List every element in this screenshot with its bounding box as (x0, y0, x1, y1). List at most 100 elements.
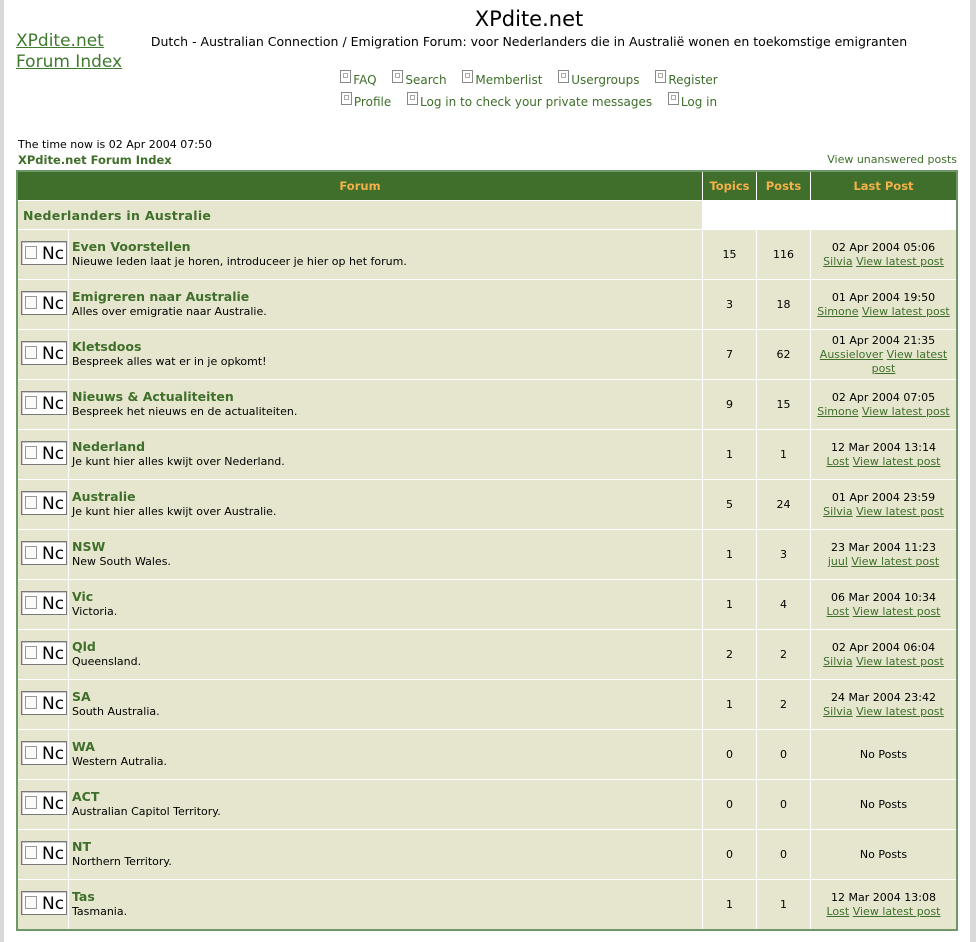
forum-name-link[interactable]: Nieuws & Actualiteiten (72, 389, 702, 404)
forum-info-cell: Even Voorstellen Nieuwe leden laat je hor… (68, 229, 703, 280)
view-latest-post-link[interactable]: View latest post (856, 655, 944, 668)
nav-usergroups[interactable]: Usergroups (558, 70, 639, 87)
last-post-user-link[interactable]: Lost (827, 605, 850, 618)
last-post-user-link[interactable]: Silvia (823, 655, 852, 668)
forum-folder-icon: Nc (21, 291, 67, 315)
forum-folder-icon: Nc (21, 541, 67, 565)
posts-count: 0 (756, 829, 811, 880)
last-post-user-link[interactable]: juul (828, 555, 848, 568)
view-latest-post-link[interactable]: View latest post (862, 305, 950, 318)
view-latest-post-link[interactable]: View latest post (853, 455, 941, 468)
folder-icon-text: Nc (42, 494, 65, 514)
forum-folder-icon: Nc (21, 841, 67, 865)
search-icon (392, 70, 404, 83)
nav-register[interactable]: Register (655, 70, 718, 87)
forum-description: Je kunt hier alles kwijt over Australie. (72, 504, 277, 518)
forum-name-link[interactable]: Australie (72, 489, 702, 504)
forum-info-cell: NSW New South Wales. (68, 529, 703, 580)
view-latest-post-link[interactable]: View latest post (856, 505, 944, 518)
topics-count: 1 (702, 679, 757, 730)
last-post-cell: 02 Apr 2004 05:06 Silvia View latest post (810, 229, 958, 280)
window-frame-right[interactable] (970, 0, 976, 942)
last-post-user-link[interactable]: Silvia (823, 505, 852, 518)
view-latest-post-link[interactable]: View latest post (853, 905, 941, 918)
forum-name-link[interactable]: ACT (72, 789, 702, 804)
broken-image-icon (25, 646, 37, 659)
forum-name-link[interactable]: Nederland (72, 439, 702, 454)
last-post-cell: No Posts (810, 729, 958, 780)
forum-name-link[interactable]: NT (72, 839, 702, 854)
last-post-date: 01 Apr 2004 23:59 (831, 490, 936, 504)
forum-description: Queensland. (72, 654, 142, 668)
last-post-user-link[interactable]: Simone (817, 405, 858, 418)
view-latest-post-link[interactable]: View latest post (856, 255, 944, 268)
nav-memberlist[interactable]: Memberlist (462, 70, 542, 87)
view-unanswered-link[interactable]: View unanswered posts (827, 153, 957, 166)
memberlist-icon (462, 70, 474, 83)
last-post-date: 02 Apr 2004 05:06 (831, 240, 936, 254)
nav-login[interactable]: Log in (667, 92, 717, 109)
forum-name-link[interactable]: NSW (72, 539, 702, 554)
profile-icon (340, 92, 352, 105)
forum-name-link[interactable]: Kletsdoos (72, 339, 702, 354)
broken-image-icon (25, 446, 37, 459)
forum-name-link[interactable]: Emigreren naar Australie (72, 289, 702, 304)
forum-name-link[interactable]: WA (72, 739, 702, 754)
broken-image-icon (25, 596, 37, 609)
nav-faq[interactable]: FAQ (340, 70, 377, 87)
topics-count: 0 (702, 779, 757, 830)
broken-image-icon (25, 846, 37, 859)
view-latest-post-link[interactable]: View latest post (853, 605, 941, 618)
posts-count: 2 (756, 679, 811, 730)
forum-description: Victoria. (72, 604, 118, 618)
forum-name-link[interactable]: Tas (72, 889, 702, 904)
forum-row: Nc Vic Victoria. 1 4 06 Mar 2004 10:34 Lost Vi… (16, 579, 958, 630)
forum-folder-icon: Nc (21, 891, 67, 915)
last-post-user-link[interactable]: Lost (827, 455, 850, 468)
view-latest-post-link[interactable]: View latest post (862, 405, 950, 418)
forum-row: Nc Australie Je kunt hier alles kwijt over… (16, 479, 958, 530)
posts-count: 18 (756, 279, 811, 330)
last-post-user-link[interactable]: Silvia (823, 255, 852, 268)
forum-name-link[interactable]: SA (72, 689, 702, 704)
forum-info-cell: Australie Je kunt hier alles kwijt over A… (68, 479, 703, 530)
nav-search[interactable]: Search (392, 70, 447, 87)
forum-folder-icon: Nc (21, 741, 67, 765)
forum-name-link[interactable]: Even Voorstellen (72, 239, 702, 254)
forum-name-link[interactable]: Vic (72, 589, 702, 604)
posts-count: 116 (756, 229, 811, 280)
forum-row: Nc Qld Queensland. 2 2 02 Apr 2004 06:04 Silvi… (16, 629, 958, 680)
view-latest-post-link[interactable]: View latest post (872, 348, 948, 375)
category-name[interactable]: Nederlanders in Australie (17, 200, 703, 230)
posts-count: 1 (756, 429, 811, 480)
last-post-date: 23 Mar 2004 11:23 (831, 540, 936, 554)
topics-count: 1 (702, 879, 757, 931)
forum-row: Nc NT Northern Territory. 0 0 No Posts (16, 829, 958, 880)
breadcrumb-forum-index[interactable]: XPdite.net Forum Index (18, 153, 172, 167)
forum-row: Nc SA South Australia. 1 2 24 Mar 2004 23:42 S… (16, 679, 958, 730)
last-post-user-link[interactable]: Lost (827, 905, 850, 918)
broken-image-icon (25, 796, 37, 809)
forum-info-cell: Nieuws & Actualiteiten Bespreek het nieuw… (68, 379, 703, 430)
broken-image-icon (25, 396, 37, 409)
last-post-user-link[interactable]: Aussielover (820, 348, 883, 361)
last-post-date: 02 Apr 2004 07:05 (831, 390, 936, 404)
forum-folder-icon: Nc (21, 441, 67, 465)
nav-private-messages[interactable]: Log in to check your private messages (407, 92, 652, 109)
forum-description: Australian Capitol Territory. (72, 804, 221, 818)
forum-info-cell: Nederland Je kunt hier alles kwijt over N… (68, 429, 703, 480)
last-post-cell: 02 Apr 2004 07:05 Simone View latest post (810, 379, 958, 430)
forum-status-cell: Nc (16, 779, 69, 830)
forum-name-link[interactable]: Qld (72, 639, 702, 654)
forum-status-cell: Nc (16, 679, 69, 730)
nav-profile[interactable]: Profile (340, 92, 391, 109)
last-post-cell: 02 Apr 2004 06:04 Silvia View latest post (810, 629, 958, 680)
topics-count: 0 (702, 829, 757, 880)
view-latest-post-link[interactable]: View latest post (851, 555, 939, 568)
forum-status-cell: Nc (16, 479, 69, 530)
last-post-user-link[interactable]: Simone (817, 305, 858, 318)
forum-description: Tasmania. (72, 904, 128, 918)
last-post-cell: 24 Mar 2004 23:42 Silvia View latest post (810, 679, 958, 730)
last-post-user-link[interactable]: Silvia (823, 705, 852, 718)
view-latest-post-link[interactable]: View latest post (856, 705, 944, 718)
